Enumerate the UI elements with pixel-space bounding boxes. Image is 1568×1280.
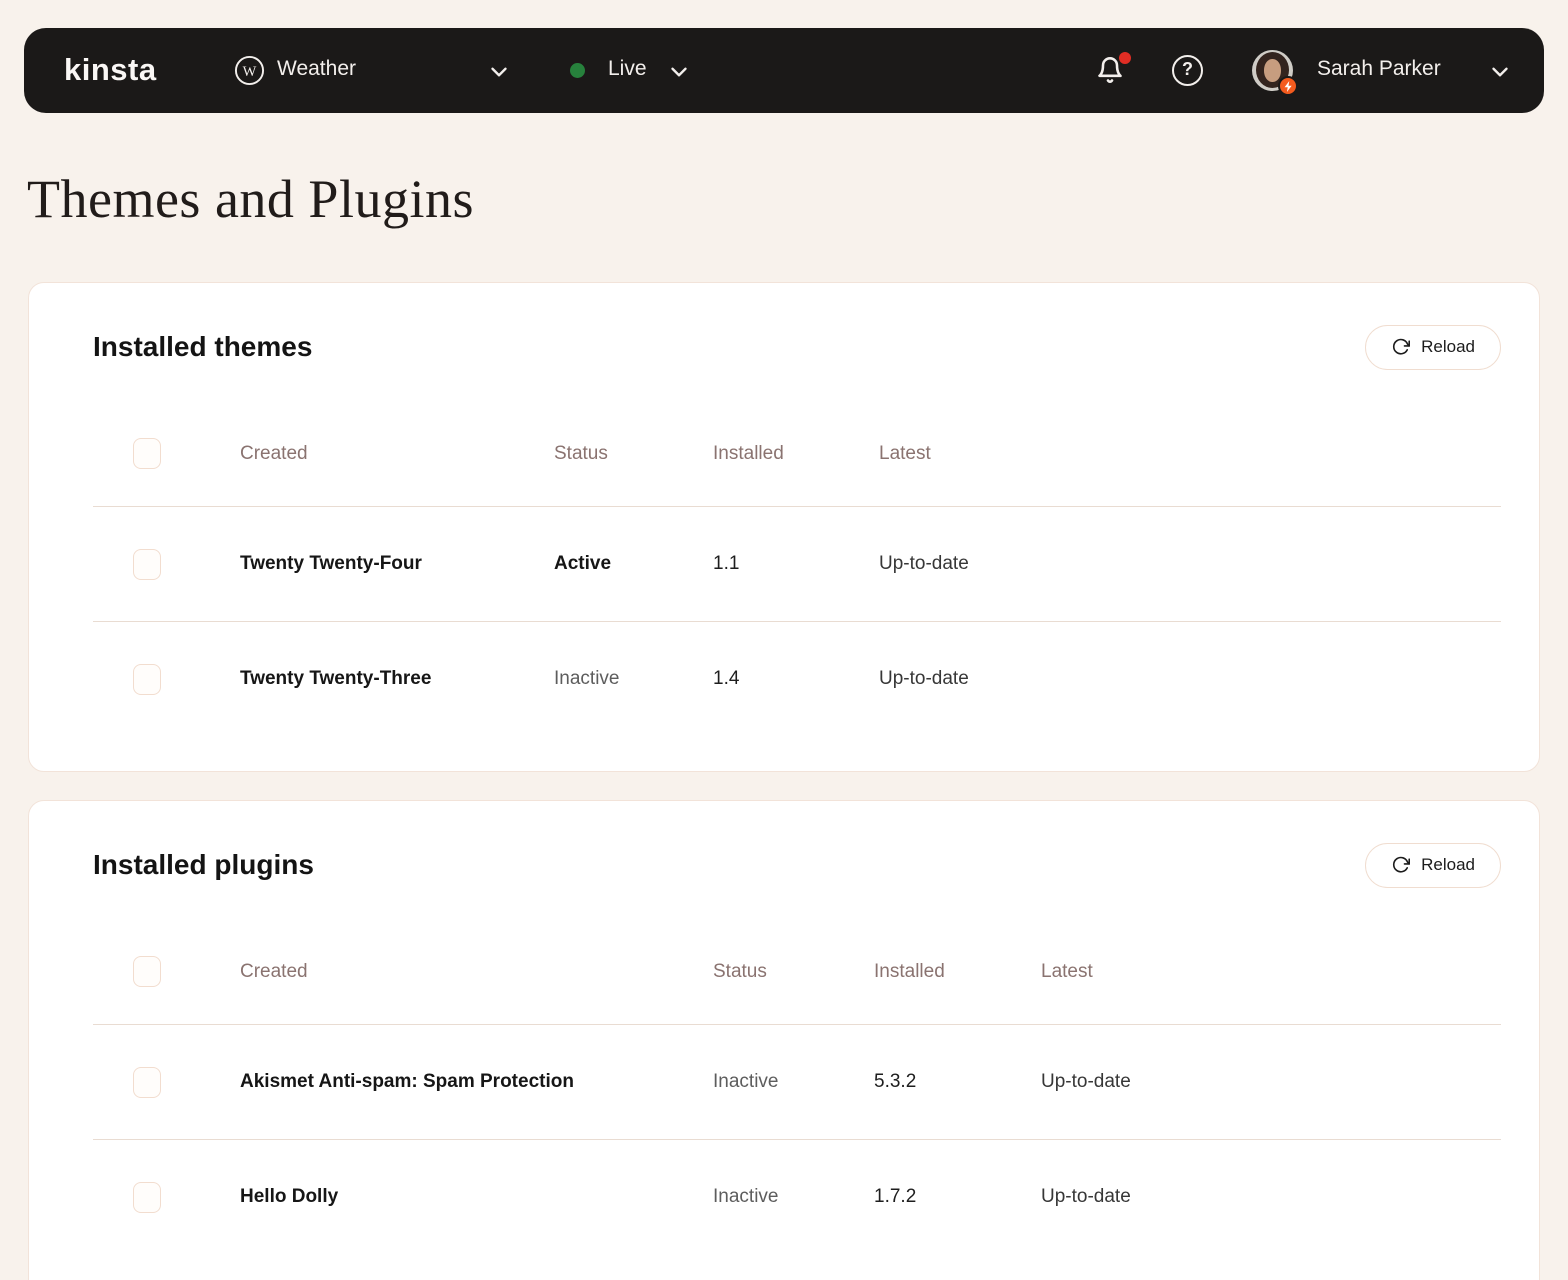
theme-latest-status: Up-to-date <box>879 553 1501 575</box>
column-header-created: Created <box>240 443 554 465</box>
column-header-latest: Latest <box>879 443 1501 465</box>
theme-name: Twenty Twenty-Four <box>240 553 554 575</box>
top-navbar: kinsta W Weather Live ? Sarah Parker <box>24 28 1544 113</box>
table-row: Akismet Anti-spam: Spam Protection Inact… <box>93 1024 1501 1139</box>
plugin-installed-version: 5.3.2 <box>874 1071 1041 1093</box>
theme-status: Active <box>554 553 713 575</box>
notification-unread-dot <box>1119 52 1131 64</box>
reload-label: Reload <box>1421 855 1475 875</box>
help-button[interactable]: ? <box>1172 55 1203 86</box>
chevron-down-icon <box>486 59 512 85</box>
row-checkbox[interactable] <box>133 1182 161 1213</box>
plugin-latest-status: Up-to-date <box>1041 1186 1501 1208</box>
themes-table: Created Status Installed Latest Twenty T… <box>93 401 1501 736</box>
chevron-down-icon <box>666 59 692 85</box>
plugins-table: Created Status Installed Latest Akismet … <box>93 919 1501 1254</box>
themes-card-title: Installed themes <box>93 331 312 363</box>
theme-name: Twenty Twenty-Three <box>240 668 554 690</box>
site-selector-label: Weather <box>277 57 356 81</box>
select-all-checkbox[interactable] <box>133 956 161 987</box>
installed-plugins-card: Installed plugins Reload Created Status … <box>28 800 1540 1280</box>
page-title: Themes and Plugins <box>27 168 474 230</box>
themes-table-header: Created Status Installed Latest <box>93 401 1501 506</box>
row-checkbox[interactable] <box>133 664 161 695</box>
table-row: Twenty Twenty-Four Active 1.1 Up-to-date <box>93 506 1501 621</box>
environment-label: Live <box>608 57 647 81</box>
chevron-down-icon <box>1487 59 1513 85</box>
column-header-installed: Installed <box>713 443 879 465</box>
theme-latest-status: Up-to-date <box>879 668 1501 690</box>
theme-installed-version: 1.1 <box>713 553 879 575</box>
plugin-installed-version: 1.7.2 <box>874 1186 1041 1208</box>
theme-status: Inactive <box>554 668 713 690</box>
plugin-status: Inactive <box>713 1186 874 1208</box>
wordpress-icon: W <box>234 55 265 86</box>
reload-icon <box>1391 856 1410 875</box>
column-header-latest: Latest <box>1041 961 1501 983</box>
table-row: Hello Dolly Inactive 1.7.2 Up-to-date <box>93 1139 1501 1254</box>
notifications-button[interactable] <box>1090 56 1130 86</box>
reload-icon <box>1391 338 1410 357</box>
question-mark-glyph: ? <box>1172 59 1203 80</box>
installed-themes-card: Installed themes Reload Created Status I… <box>28 282 1540 772</box>
plugin-name: Hello Dolly <box>240 1186 713 1208</box>
svg-text:W: W <box>243 64 257 80</box>
themes-reload-button[interactable]: Reload <box>1365 325 1501 370</box>
live-status-dot <box>570 63 585 78</box>
column-header-created: Created <box>240 961 713 983</box>
user-menu-dropdown[interactable]: Sarah Parker <box>1242 28 1532 113</box>
plugins-table-header: Created Status Installed Latest <box>93 919 1501 1024</box>
column-header-installed: Installed <box>874 961 1041 983</box>
reload-label: Reload <box>1421 337 1475 357</box>
column-header-status: Status <box>713 961 874 983</box>
lightning-badge-icon <box>1278 76 1298 96</box>
row-checkbox[interactable] <box>133 1067 161 1098</box>
user-name: Sarah Parker <box>1317 57 1441 81</box>
plugin-status: Inactive <box>713 1071 874 1093</box>
row-checkbox[interactable] <box>133 549 161 580</box>
plugins-reload-button[interactable]: Reload <box>1365 843 1501 888</box>
column-header-status: Status <box>554 443 713 465</box>
kinsta-logo: kinsta <box>64 54 157 86</box>
plugins-card-title: Installed plugins <box>93 849 314 881</box>
plugin-latest-status: Up-to-date <box>1041 1071 1501 1093</box>
plugin-name: Akismet Anti-spam: Spam Protection <box>240 1071 713 1093</box>
table-row: Twenty Twenty-Three Inactive 1.4 Up-to-d… <box>93 621 1501 736</box>
select-all-checkbox[interactable] <box>133 438 161 469</box>
environment-selector-dropdown[interactable] <box>560 28 740 113</box>
theme-installed-version: 1.4 <box>713 668 879 690</box>
